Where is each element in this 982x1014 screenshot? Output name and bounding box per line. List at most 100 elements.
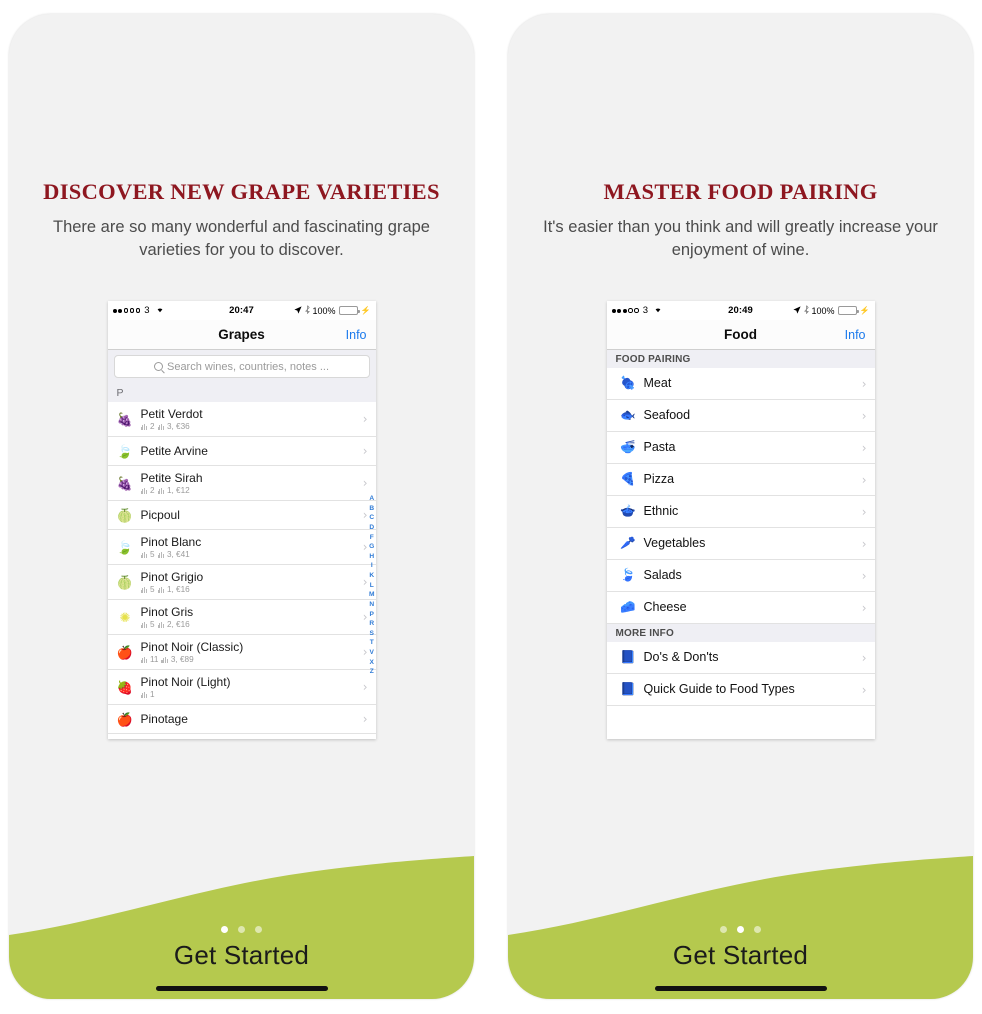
grape-row[interactable]: 🍎 Pinotage › <box>107 705 376 734</box>
green-leaf-icon: 🍃 <box>116 539 134 555</box>
grape-name: Picpoul <box>140 507 180 522</box>
food-row[interactable]: 📘 Do's & Don'ts › <box>606 642 875 674</box>
grape-count: 2 <box>149 486 155 496</box>
grape-row[interactable]: 🍇 Petite Sirah 2 1, €12 › <box>107 466 376 501</box>
book-icon: 📘 <box>620 682 636 697</box>
grape-count: 11 <box>149 655 159 665</box>
food-name: Cheese <box>643 599 687 614</box>
grape-row[interactable]: 🍎 Pinot Noir (Classic) 11 3, €89 › <box>107 635 376 670</box>
index-letter[interactable]: V <box>370 648 374 658</box>
index-letter[interactable]: F <box>370 533 374 543</box>
food-row-text: Vegetables <box>644 536 856 552</box>
food-row[interactable]: 🍃 Salads › <box>606 560 875 592</box>
phone-screenshot-grapes: 3 20:47 100% ⚡ Grapes Info Search wines,… <box>107 301 376 739</box>
status-bar: 3 20:49 100% ⚡ <box>606 301 875 320</box>
index-letter[interactable]: C <box>369 513 374 523</box>
page-indicator-dots[interactable] <box>508 926 973 933</box>
food-row[interactable]: 🍲 Ethnic › <box>606 496 875 528</box>
index-letter[interactable]: M <box>369 590 375 600</box>
grape-row[interactable]: 🍃 Petite Arvine › <box>107 437 376 466</box>
grape-row[interactable]: 🍇 Petit Verdot 2 3, €36 › <box>107 402 376 437</box>
chevron-right-icon: › <box>362 508 368 522</box>
grape-count: 5 <box>149 620 155 630</box>
page-dot[interactable] <box>737 926 744 933</box>
navigation-bar: Grapes Info <box>107 320 376 350</box>
food-row-text: Seafood <box>644 408 856 424</box>
index-letter[interactable]: K <box>369 571 374 581</box>
bar-chart-icon <box>157 586 164 594</box>
nav-title: Grapes <box>218 327 265 342</box>
index-letter[interactable]: A <box>369 494 374 504</box>
chevron-right-icon: › <box>861 472 867 487</box>
index-letter[interactable]: D <box>369 523 374 533</box>
index-letter[interactable]: Z <box>370 667 374 677</box>
food-row[interactable]: 🐟 Seafood › <box>606 400 875 432</box>
battery-icon <box>338 306 360 315</box>
grape-row[interactable]: 🍈 Picpoul › <box>107 501 376 530</box>
bar-chart-icon <box>140 656 147 664</box>
page-dot[interactable] <box>255 926 262 933</box>
chevron-right-icon: › <box>861 376 867 391</box>
list-section: 🍖 Meat › 🐟 Seafood › 🍜 Pasta › 🍕 Pizza › 🍲 Ethnic › 🥕 Ve… <box>606 368 875 624</box>
grape-row[interactable]: 🍃 Pinot Blanc 5 3, €41 › <box>107 530 376 565</box>
grape-row[interactable]: 🍓 Pinot Noir (Light) 1 › <box>107 670 376 705</box>
page-indicator-dots[interactable] <box>9 926 474 933</box>
grape-row-text: Pinot Gris 5 2, €16 <box>140 605 357 630</box>
chevron-right-icon: › <box>362 680 368 694</box>
green-leaf-icon: 🍃 <box>116 443 134 459</box>
grape-row[interactable]: ✺ Pinot Gris 5 2, €16 › <box>107 600 376 635</box>
green-grape-icon: 🍈 <box>116 507 134 523</box>
index-letter[interactable]: S <box>370 629 374 639</box>
book-icon: 📘 <box>620 650 636 665</box>
grape-list[interactable]: ABCDFGHIKLMNPRSTVXZ 🍇 Petit Verdot 2 3, €36… <box>107 402 376 734</box>
page-title: DISCOVER NEW GRAPE VARIETIES <box>43 179 440 204</box>
index-letter[interactable]: G <box>369 542 374 552</box>
page-dot[interactable] <box>238 926 245 933</box>
bar-chart-icon <box>157 423 164 431</box>
chevron-right-icon: › <box>861 568 867 583</box>
phone-screenshot-food: 3 20:49 100% ⚡ Food Info FOOD PAIRING 🍖 … <box>606 301 875 739</box>
food-row[interactable]: 🍕 Pizza › <box>606 464 875 496</box>
bar-chart-icon <box>140 551 147 559</box>
grape-row-text: Picpoul <box>141 508 357 523</box>
bar-chart-icon <box>140 423 147 431</box>
index-letter[interactable]: P <box>370 610 374 620</box>
green-grape-icon: 🍈 <box>116 574 134 590</box>
page-dot[interactable] <box>754 926 761 933</box>
food-row[interactable]: 🥕 Vegetables › <box>606 528 875 560</box>
bar-chart-icon <box>140 586 147 594</box>
info-button[interactable]: Info <box>346 328 367 342</box>
grape-row-text: Pinot Blanc 5 3, €41 <box>140 535 357 560</box>
search-input[interactable]: Search wines, countries, notes ... <box>113 355 370 378</box>
index-letter[interactable]: H <box>369 552 374 562</box>
page-dot[interactable] <box>720 926 727 933</box>
chevron-right-icon: › <box>861 600 867 615</box>
grape-row[interactable]: 🍈 Pinot Grigio 5 1, €16 › <box>107 565 376 600</box>
index-letter[interactable]: I <box>371 561 373 571</box>
chevron-right-icon: › <box>362 610 368 624</box>
food-list[interactable]: FOOD PAIRING 🍖 Meat › 🐟 Seafood › 🍜 Pasta › 🍕 Pizza… <box>606 350 875 706</box>
index-letter[interactable]: R <box>369 619 374 629</box>
search-container: Search wines, countries, notes ... <box>107 350 376 383</box>
page-dot[interactable] <box>221 926 228 933</box>
index-letter[interactable]: L <box>370 581 374 591</box>
food-row[interactable]: 📘 Quick Guide to Food Types › <box>606 674 875 706</box>
bar-chart-icon <box>140 621 147 629</box>
grape-price: 3, €41 <box>166 550 190 560</box>
index-letter[interactable]: T <box>370 638 374 648</box>
grape-count: 2 <box>149 422 155 432</box>
alphabet-index-bar[interactable]: ABCDFGHIKLMNPRSTVXZ <box>369 494 375 677</box>
info-button[interactable]: Info <box>845 328 866 342</box>
food-row-text: Pizza <box>644 472 856 488</box>
index-letter[interactable]: N <box>369 600 374 610</box>
food-row[interactable]: 🍜 Pasta › <box>606 432 875 464</box>
food-row[interactable]: 🍖 Meat › <box>606 368 875 400</box>
food-name: Ethnic <box>643 503 679 518</box>
index-letter[interactable]: B <box>369 504 374 514</box>
get-started-button[interactable]: Get Started <box>508 940 973 971</box>
bar-chart-icon <box>140 691 147 699</box>
index-letter[interactable]: X <box>370 658 374 668</box>
list-section: 📘 Do's & Don'ts › 📘 Quick Guide to Food Type… <box>606 642 875 706</box>
get-started-button[interactable]: Get Started <box>9 940 474 971</box>
food-row[interactable]: 🧀 Cheese › <box>606 592 875 624</box>
